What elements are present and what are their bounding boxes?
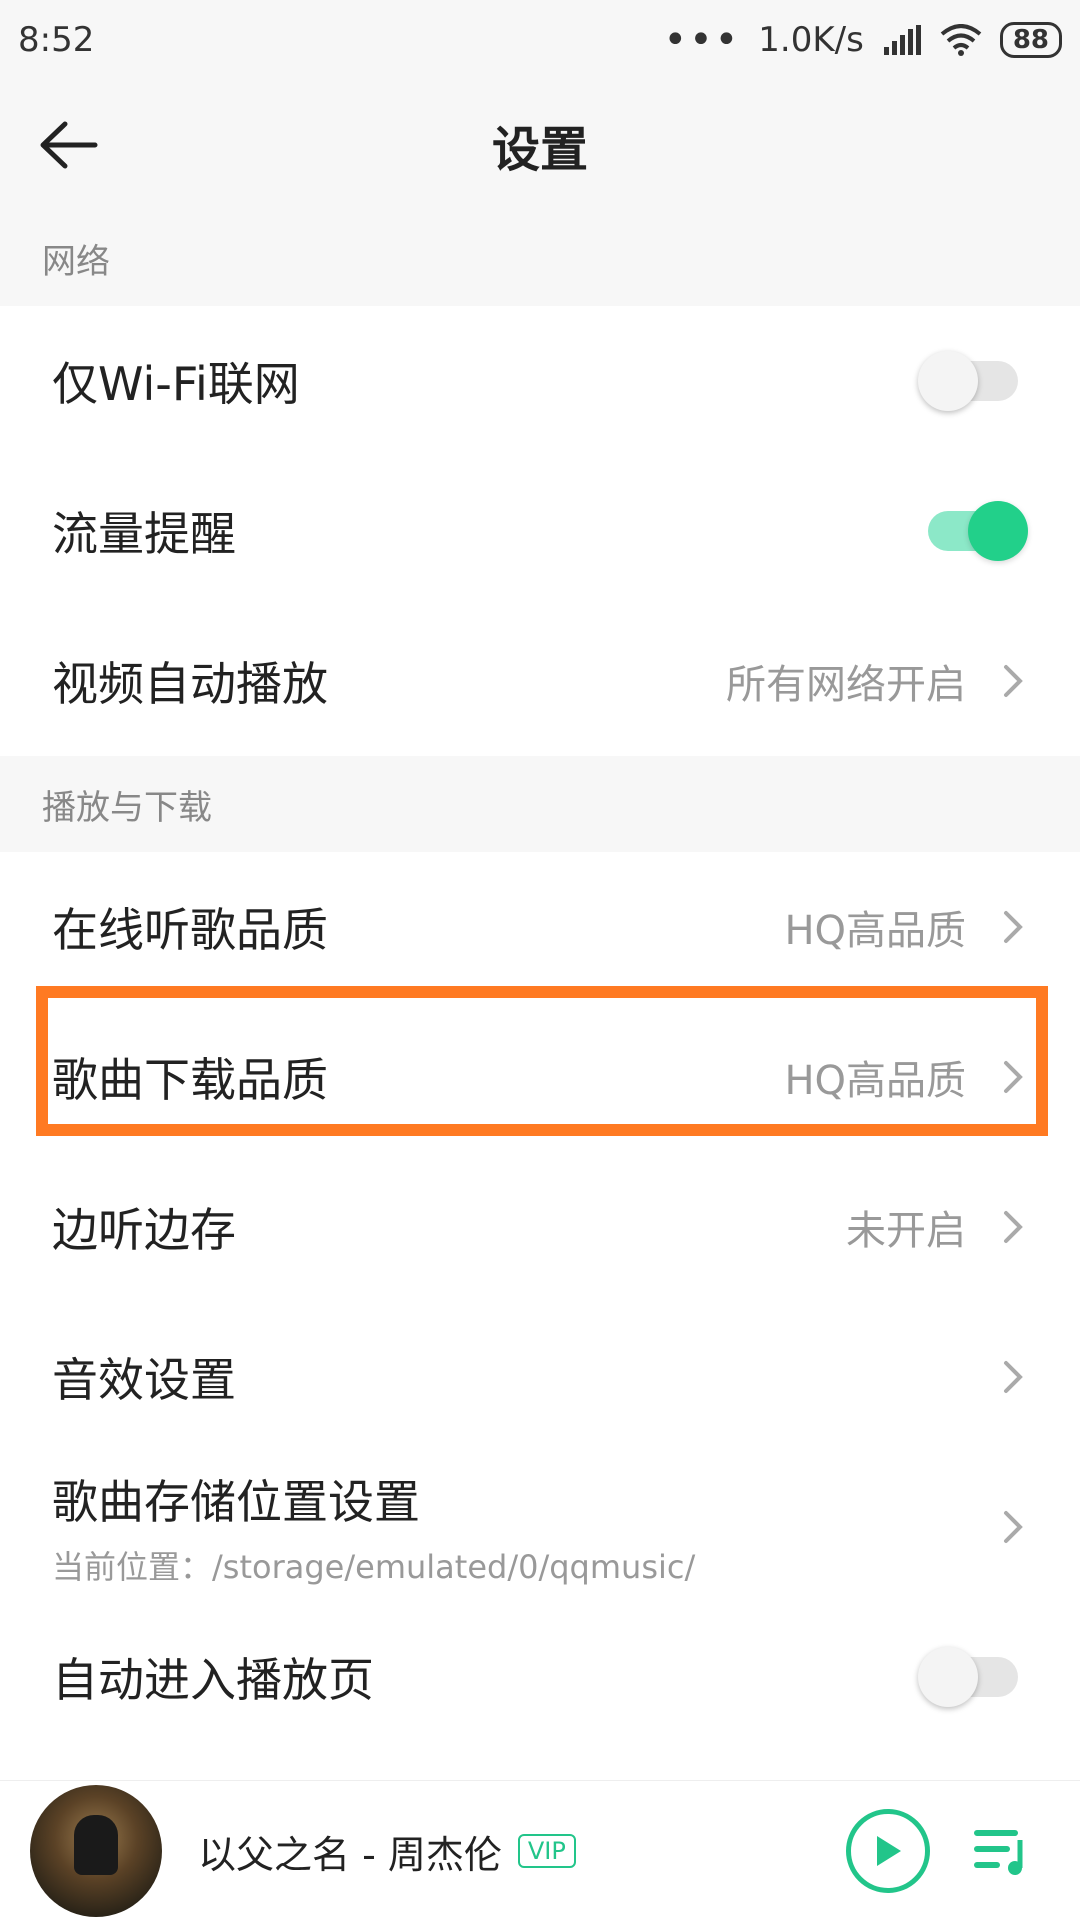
song-title: 以父之名 - 周杰伦 xyxy=(198,1832,502,1877)
play-icon xyxy=(877,1836,901,1866)
data-alert-toggle[interactable] xyxy=(918,501,1028,561)
network-speed: 1.0K/s xyxy=(758,20,864,60)
notification-dots-icon: ••• xyxy=(663,17,741,63)
section-title-network: 网络 xyxy=(0,210,1080,306)
mini-player-bar[interactable]: 以父之名 - 周杰伦 VIP xyxy=(0,1780,1080,1921)
chevron-right-icon xyxy=(1004,1211,1023,1243)
wifi-only-toggle[interactable] xyxy=(918,351,1028,411)
status-bar: 8:52 ••• 1.0K/s 88 xyxy=(0,0,1080,80)
row-label: 歌曲存储位置设置 xyxy=(52,1475,420,1529)
row-label: 流量提醒 xyxy=(52,507,236,561)
row-label: 仅Wi-Fi联网 xyxy=(52,357,300,411)
row-subtitle: 当前位置：/storage/emulated/0/qqmusic/ xyxy=(52,1548,696,1586)
chevron-right-icon xyxy=(1004,911,1023,943)
row-auto-player-page[interactable]: 自动进入播放页 xyxy=(0,1602,1080,1752)
row-value: 未开启 xyxy=(846,1208,966,1254)
page-title: 设置 xyxy=(491,122,588,178)
chevron-right-icon xyxy=(1004,1511,1023,1543)
player-controls xyxy=(846,1809,1030,1893)
row-value: HQ高品质 xyxy=(784,1058,966,1104)
signal-icon xyxy=(883,25,921,55)
battery-indicator: 88 xyxy=(999,22,1062,58)
row-label: 自动进入播放页 xyxy=(52,1653,374,1707)
auto-player-page-toggle[interactable] xyxy=(918,1647,1028,1707)
section-title-playback: 播放与下载 xyxy=(0,756,1080,852)
row-video-autoplay[interactable]: 视频自动播放 所有网络开启 xyxy=(0,606,1080,756)
play-button[interactable] xyxy=(846,1809,930,1893)
playlist-icon[interactable] xyxy=(970,1824,1030,1878)
status-indicators: ••• 1.0K/s 88 xyxy=(663,17,1062,63)
row-label: 视频自动播放 xyxy=(52,657,328,711)
back-button[interactable] xyxy=(34,110,104,180)
album-art[interactable] xyxy=(30,1785,162,1917)
chevron-right-icon xyxy=(1004,1061,1023,1093)
chevron-right-icon xyxy=(1004,665,1023,697)
row-online-quality[interactable]: 在线听歌品质 HQ高品质 xyxy=(0,852,1080,1002)
vip-badge: VIP xyxy=(517,1834,576,1868)
row-download-quality[interactable]: 歌曲下载品质 HQ高品质 xyxy=(0,1002,1080,1152)
wifi-icon xyxy=(940,24,982,56)
back-arrow-icon xyxy=(40,121,98,169)
header: 设置 xyxy=(0,80,1080,210)
status-time: 8:52 xyxy=(18,20,95,60)
row-storage-location[interactable]: 歌曲存储位置设置 当前位置：/storage/emulated/0/qqmusi… xyxy=(0,1452,1080,1602)
chevron-right-icon xyxy=(1004,1361,1023,1393)
row-wifi-only[interactable]: 仅Wi-Fi联网 xyxy=(0,306,1080,456)
row-label: 音效设置 xyxy=(52,1353,236,1407)
row-cache-while-play[interactable]: 边听边存 未开启 xyxy=(0,1152,1080,1302)
playback-group: 在线听歌品质 HQ高品质 歌曲下载品质 HQ高品质 边听边存 未开启 音效设置 … xyxy=(0,852,1080,1780)
row-value: 所有网络开启 xyxy=(726,662,966,708)
row-label: 边听边存 xyxy=(52,1203,236,1257)
row-label: 歌曲下载品质 xyxy=(52,1053,328,1107)
network-group: 仅Wi-Fi联网 流量提醒 视频自动播放 所有网络开启 xyxy=(0,306,1080,756)
row-sound-effect[interactable]: 音效设置 xyxy=(0,1302,1080,1452)
row-data-alert[interactable]: 流量提醒 xyxy=(0,456,1080,606)
row-value: HQ高品质 xyxy=(784,908,966,954)
row-label: 在线听歌品质 xyxy=(52,903,328,957)
